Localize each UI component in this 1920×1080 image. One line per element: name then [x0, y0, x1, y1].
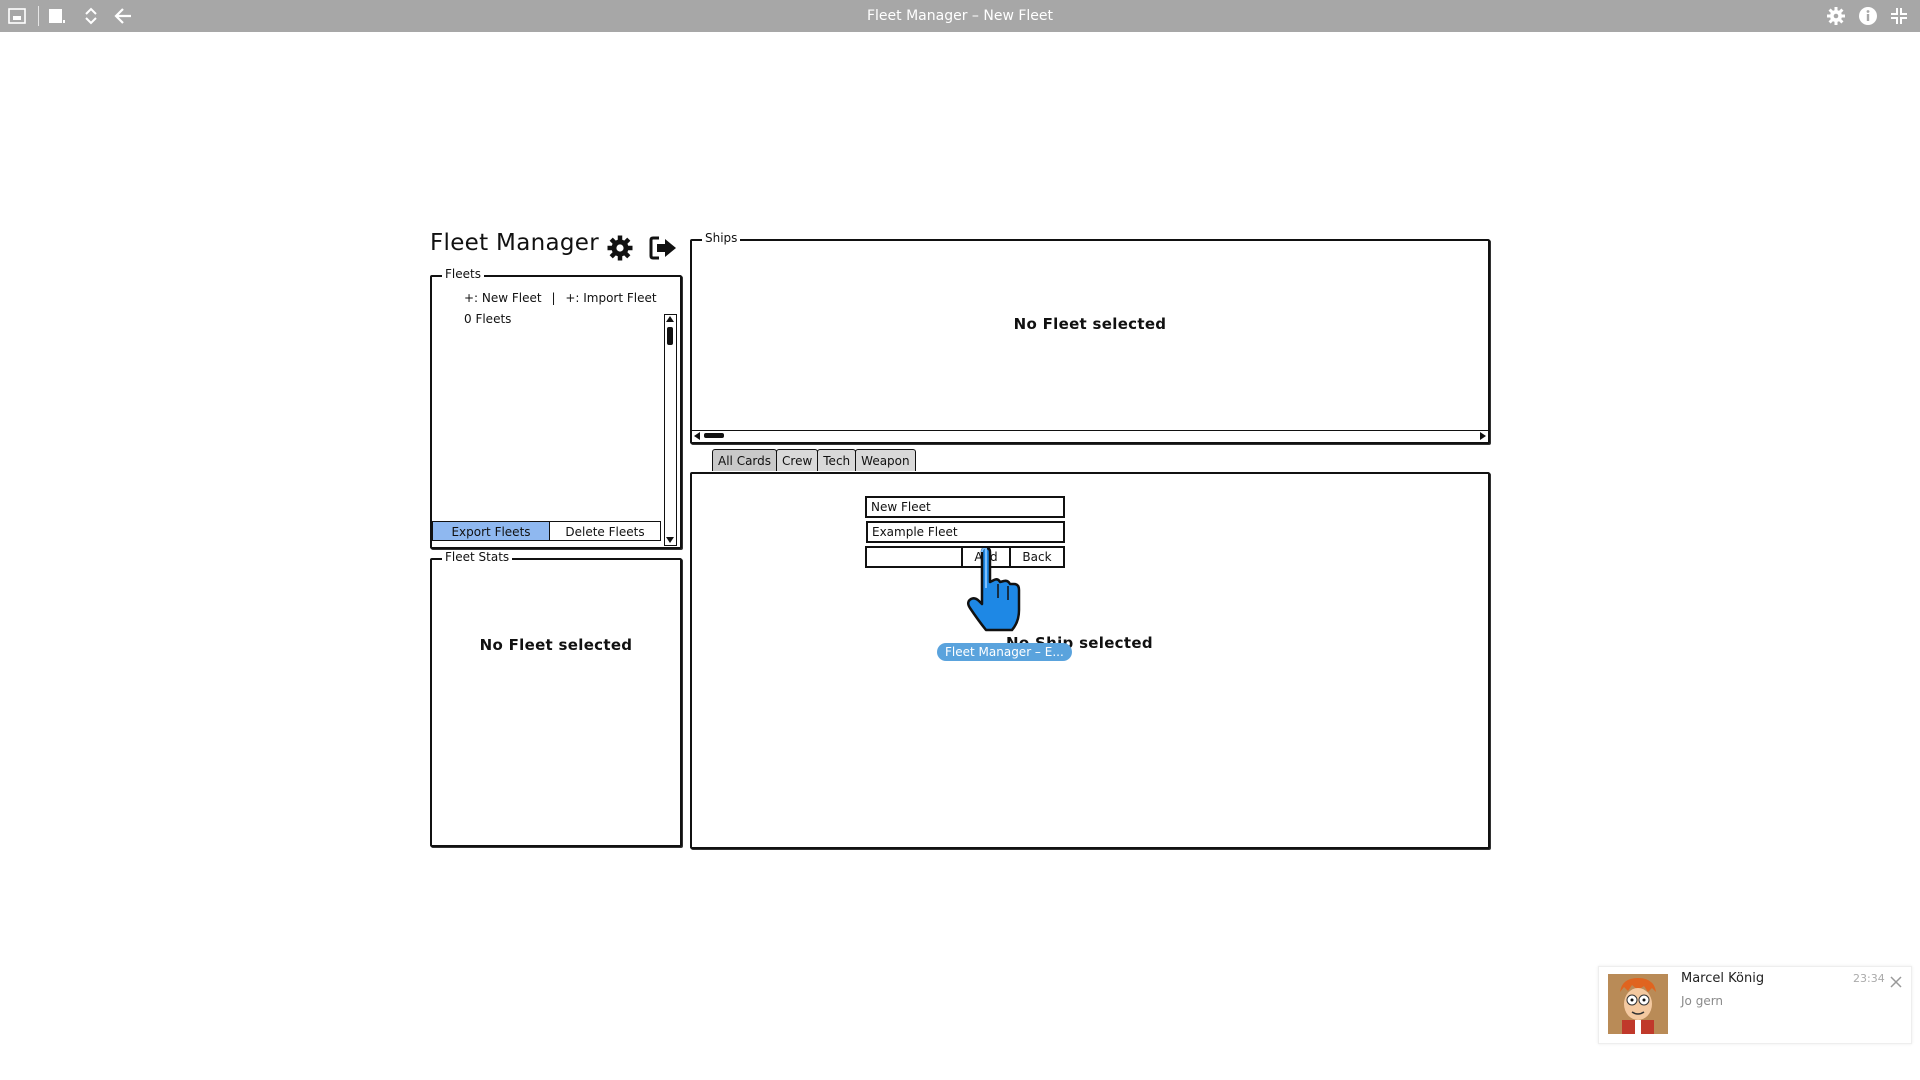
card-tabs: All Cards Crew Tech Weapon [712, 449, 916, 472]
new-fleet-link[interactable]: +: New Fleet [464, 291, 542, 305]
mockup-canvas: Fleet Manager Fleets +: New Fleet | +: I… [0, 0, 1920, 1080]
scroll-down-arrow-icon[interactable] [666, 537, 674, 543]
fleet-stats-legend: Fleet Stats [442, 550, 513, 564]
ships-scrollbar[interactable] [692, 430, 1488, 442]
fleets-button-bar: Export Fleets Delete Fleets [432, 521, 661, 541]
fleet-stats-empty-message: No Fleet selected [479, 636, 633, 654]
logout-icon[interactable] [648, 234, 678, 262]
fleet-description-field[interactable]: Example Fleet [866, 521, 1065, 543]
fleets-panel: Fleets +: New Fleet | +: Import Fleet 0 … [430, 267, 682, 549]
export-fleets-button[interactable]: Export Fleets [432, 521, 550, 541]
gear-icon[interactable] [606, 234, 634, 262]
fleets-scrollbar[interactable] [664, 314, 677, 546]
app-title: Fleet Manager [430, 230, 599, 256]
tab-crew[interactable]: Crew [776, 449, 819, 471]
scroll-right-arrow-icon[interactable] [1480, 432, 1486, 440]
notification-message: Jo gern [1681, 994, 1724, 1008]
drag-tooltip: Fleet Manager – E... [937, 643, 1072, 661]
ships-panel: Ships No Fleet selected [690, 231, 1490, 444]
scroll-thumb[interactable] [704, 433, 724, 438]
fleets-actions: +: New Fleet | +: Import Fleet [464, 291, 657, 305]
fleet-extra-field[interactable] [865, 546, 963, 568]
fleet-stats-panel: Fleet Stats No Fleet selected [430, 550, 682, 847]
fleets-legend: Fleets [442, 267, 484, 281]
scroll-up-arrow-icon[interactable] [666, 316, 674, 322]
tab-all-cards[interactable]: All Cards [712, 449, 778, 471]
ships-empty-message: No Fleet selected [1013, 315, 1167, 333]
tab-tech[interactable]: Tech [817, 449, 857, 471]
scroll-thumb[interactable] [667, 327, 673, 345]
hand-cursor-icon [962, 546, 1032, 636]
avatar [1608, 974, 1668, 1034]
fleet-name-field[interactable]: New Fleet [865, 496, 1065, 518]
close-icon[interactable] [1890, 973, 1902, 988]
cards-panel [690, 472, 1490, 849]
scroll-left-arrow-icon[interactable] [694, 432, 700, 440]
notification-sender: Marcel König [1681, 971, 1765, 986]
chat-notification[interactable]: Marcel König Jo gern 23:34 [1598, 966, 1912, 1044]
fleets-count: 0 Fleets [464, 312, 512, 326]
import-fleet-link[interactable]: +: Import Fleet [565, 291, 656, 305]
ships-legend: Ships [702, 231, 741, 245]
links-separator: | [551, 291, 556, 305]
tab-weapon[interactable]: Weapon [855, 449, 916, 471]
notification-time: 23:34 [1853, 972, 1885, 985]
delete-fleets-button[interactable]: Delete Fleets [549, 521, 661, 541]
